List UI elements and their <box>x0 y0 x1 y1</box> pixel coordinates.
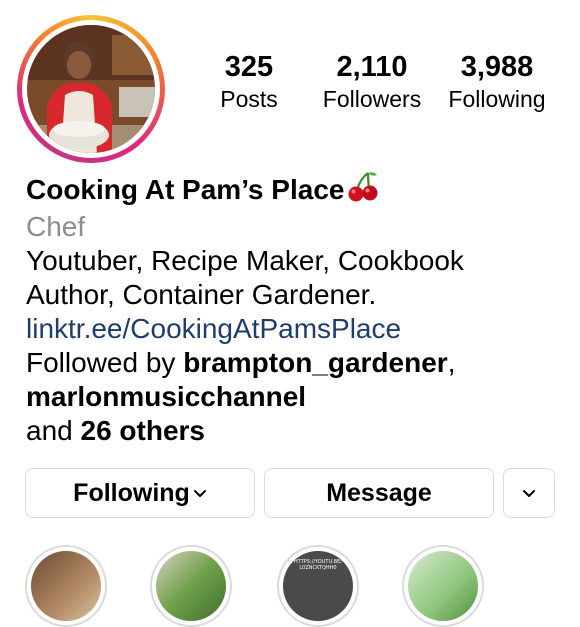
following-label: Following <box>448 86 546 112</box>
cherry-icon <box>346 170 380 210</box>
story-highlight[interactable] <box>402 545 484 627</box>
stat-following[interactable]: 3,988 Following <box>438 50 556 114</box>
followers-count: 2,110 <box>336 51 408 83</box>
suggested-accounts-button[interactable] <box>503 468 555 518</box>
followers-label: Followers <box>322 86 422 112</box>
comma-separator: , <box>447 347 456 378</box>
profile-stats: 325 Posts 2,110 Followers 3,988 Followin… <box>0 50 580 120</box>
posts-label: Posts <box>220 86 278 112</box>
followed-by-line: Followed by brampton_gardener, <box>26 346 566 380</box>
story-highlight[interactable] <box>25 545 107 627</box>
others-line: and 26 others <box>26 414 566 448</box>
bio-line-2: Author, Container Gardener. <box>26 279 377 310</box>
bio-line-1: Youtuber, Recipe Maker, Cookbook <box>26 245 464 276</box>
posts-count: 325 <box>224 51 274 83</box>
mutual-follower-link[interactable]: marlonmusicchannel <box>26 380 566 414</box>
highlight-cover-image <box>156 551 226 621</box>
message-button-label: Message <box>326 478 432 507</box>
followed-by-prefix: Followed by <box>26 347 184 378</box>
profile-category: Chef <box>26 211 86 242</box>
chevron-down-icon <box>523 490 535 497</box>
story-highlight[interactable]: HTTPS://YOUTU.BE/ L0ZNCKTQHH0 <box>277 545 359 627</box>
mutual-follower-link[interactable]: brampton_gardener <box>183 347 448 378</box>
following-button-label: Following <box>73 478 190 507</box>
highlight-cover-image <box>31 551 101 621</box>
stat-followers[interactable]: 2,110 Followers <box>312 50 432 114</box>
others-count-link[interactable]: 26 others <box>81 415 206 446</box>
following-count: 3,988 <box>460 51 534 83</box>
highlight-cover-image: HTTPS://YOUTU.BE/ L0ZNCKTQHH0 <box>283 551 353 621</box>
profile-link[interactable]: linktr.ee/CookingAtPamsPlace <box>26 312 566 346</box>
profile-name-text: Cooking At Pam’s Place <box>26 174 345 205</box>
profile-bio: Cooking At Pam’s Place Chef Youtuber, Re… <box>26 170 566 448</box>
message-button[interactable]: Message <box>264 468 494 518</box>
highlight-cover-image <box>408 551 478 621</box>
stat-posts[interactable]: 325 Posts <box>206 50 292 114</box>
profile-name: Cooking At Pam’s Place <box>26 170 566 210</box>
following-button[interactable]: Following <box>25 468 255 518</box>
story-highlight[interactable] <box>150 545 232 627</box>
and-prefix: and <box>26 415 81 446</box>
highlight-cover-text: HTTPS://YOUTU.BE/ L0ZNCKTQHH0 <box>294 559 342 571</box>
chevron-down-icon <box>193 490 206 497</box>
